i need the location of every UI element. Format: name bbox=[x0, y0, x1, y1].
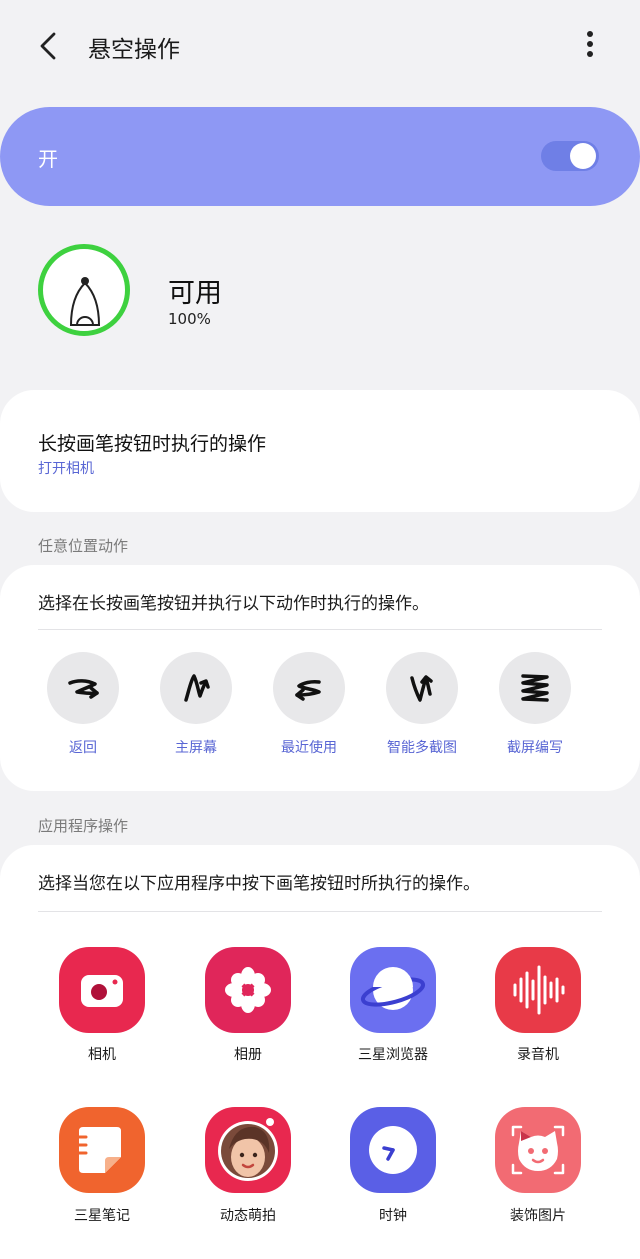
gallery-icon bbox=[225, 967, 271, 1013]
browser-icon bbox=[360, 967, 426, 1010]
anywhere-section-label: 任意位置动作 bbox=[38, 537, 129, 555]
clock-icon bbox=[369, 1126, 417, 1174]
long-press-action-card[interactable]: 长按画笔按钮时执行的操作 bbox=[0, 390, 640, 512]
pen-status-ring bbox=[38, 244, 130, 336]
app-label: 相机 bbox=[88, 1047, 116, 1063]
s-pen-icon bbox=[69, 277, 101, 326]
page-title: 悬空操作 bbox=[88, 37, 180, 63]
divider bbox=[38, 911, 602, 912]
app-browser-button[interactable] bbox=[350, 947, 436, 1033]
gesture-label: 截屏编写 bbox=[507, 740, 563, 756]
app-gallery-button[interactable] bbox=[205, 947, 291, 1033]
master-switch-label: 开 bbox=[38, 147, 58, 171]
app-bar: 悬空操作 bbox=[0, 0, 640, 90]
app-clock-button[interactable] bbox=[350, 1107, 436, 1193]
app-label: 装饰图片 bbox=[510, 1208, 566, 1224]
gesture-recent-button[interactable] bbox=[273, 652, 345, 724]
gesture-back-button[interactable] bbox=[47, 652, 119, 724]
app-label: 录音机 bbox=[517, 1047, 559, 1063]
app-label: 时钟 bbox=[379, 1208, 407, 1224]
gesture-home-icon bbox=[184, 674, 210, 702]
app-decor-pic-button[interactable] bbox=[495, 1107, 581, 1193]
gesture-label: 智能多截图 bbox=[387, 740, 457, 756]
app-notes-button[interactable] bbox=[59, 1107, 145, 1193]
app-camera-button[interactable] bbox=[59, 947, 145, 1033]
gesture-label: 返回 bbox=[69, 740, 97, 756]
gesture-smart-select-icon bbox=[410, 675, 433, 702]
gesture-screen-write-icon bbox=[521, 674, 549, 702]
anywhere-description: 选择在长按画笔按钮并执行以下动作时执行的操作。 bbox=[38, 594, 429, 614]
camera-icon bbox=[81, 975, 123, 1007]
gesture-smart-select-button[interactable] bbox=[386, 652, 458, 724]
pen-status-text: 可用 bbox=[168, 278, 222, 309]
gesture-label: 主屏幕 bbox=[175, 740, 217, 756]
gesture-screen-write-button[interactable] bbox=[499, 652, 571, 724]
gesture-back-icon bbox=[68, 679, 99, 699]
pen-battery-level: 100% bbox=[168, 310, 211, 328]
air-actions-screen: 悬空操作 开 可用 100% 长按画笔按钮时执行的操作 打开相机 任意位置动作 … bbox=[0, 0, 640, 1259]
toggle-knob bbox=[570, 143, 596, 169]
gesture-recent-icon bbox=[295, 680, 321, 701]
app-actions-section-label: 应用程序操作 bbox=[38, 817, 129, 835]
app-ar-emoji-button[interactable] bbox=[205, 1107, 291, 1193]
gesture-label: 最近使用 bbox=[281, 740, 337, 756]
notes-icon bbox=[77, 1127, 121, 1173]
more-options-button[interactable] bbox=[574, 26, 606, 66]
gesture-home-button[interactable] bbox=[160, 652, 232, 724]
app-actions-description: 选择当您在以下应用程序中按下画笔按钮时所执行的操作。 bbox=[38, 874, 480, 894]
chevron-left-icon bbox=[40, 32, 56, 60]
app-label: 相册 bbox=[234, 1047, 262, 1063]
back-button[interactable] bbox=[30, 26, 70, 66]
long-press-title: 长按画笔按钮时执行的操作 bbox=[38, 433, 267, 455]
app-label: 三星笔记 bbox=[74, 1208, 130, 1224]
anywhere-actions-card: 选择在长按画笔按钮并执行以下动作时执行的操作。 返回 主屏幕 最近使用 智能多截… bbox=[0, 565, 640, 791]
master-toggle[interactable] bbox=[541, 141, 599, 171]
divider bbox=[38, 629, 602, 630]
app-label: 三星浏览器 bbox=[358, 1047, 428, 1063]
app-actions-card: 选择当您在以下应用程序中按下画笔按钮时所执行的操作。 相机 相册 三星浏览器 录… bbox=[0, 845, 640, 1259]
ar-emoji-icon bbox=[218, 1118, 278, 1181]
voice-recorder-icon bbox=[513, 965, 565, 1015]
long-press-value: 打开相机 bbox=[38, 461, 94, 477]
decor-pic-icon bbox=[511, 1125, 565, 1175]
more-vertical-icon bbox=[587, 31, 593, 57]
app-label: 动态萌拍 bbox=[220, 1208, 276, 1224]
app-voice-recorder-button[interactable] bbox=[495, 947, 581, 1033]
